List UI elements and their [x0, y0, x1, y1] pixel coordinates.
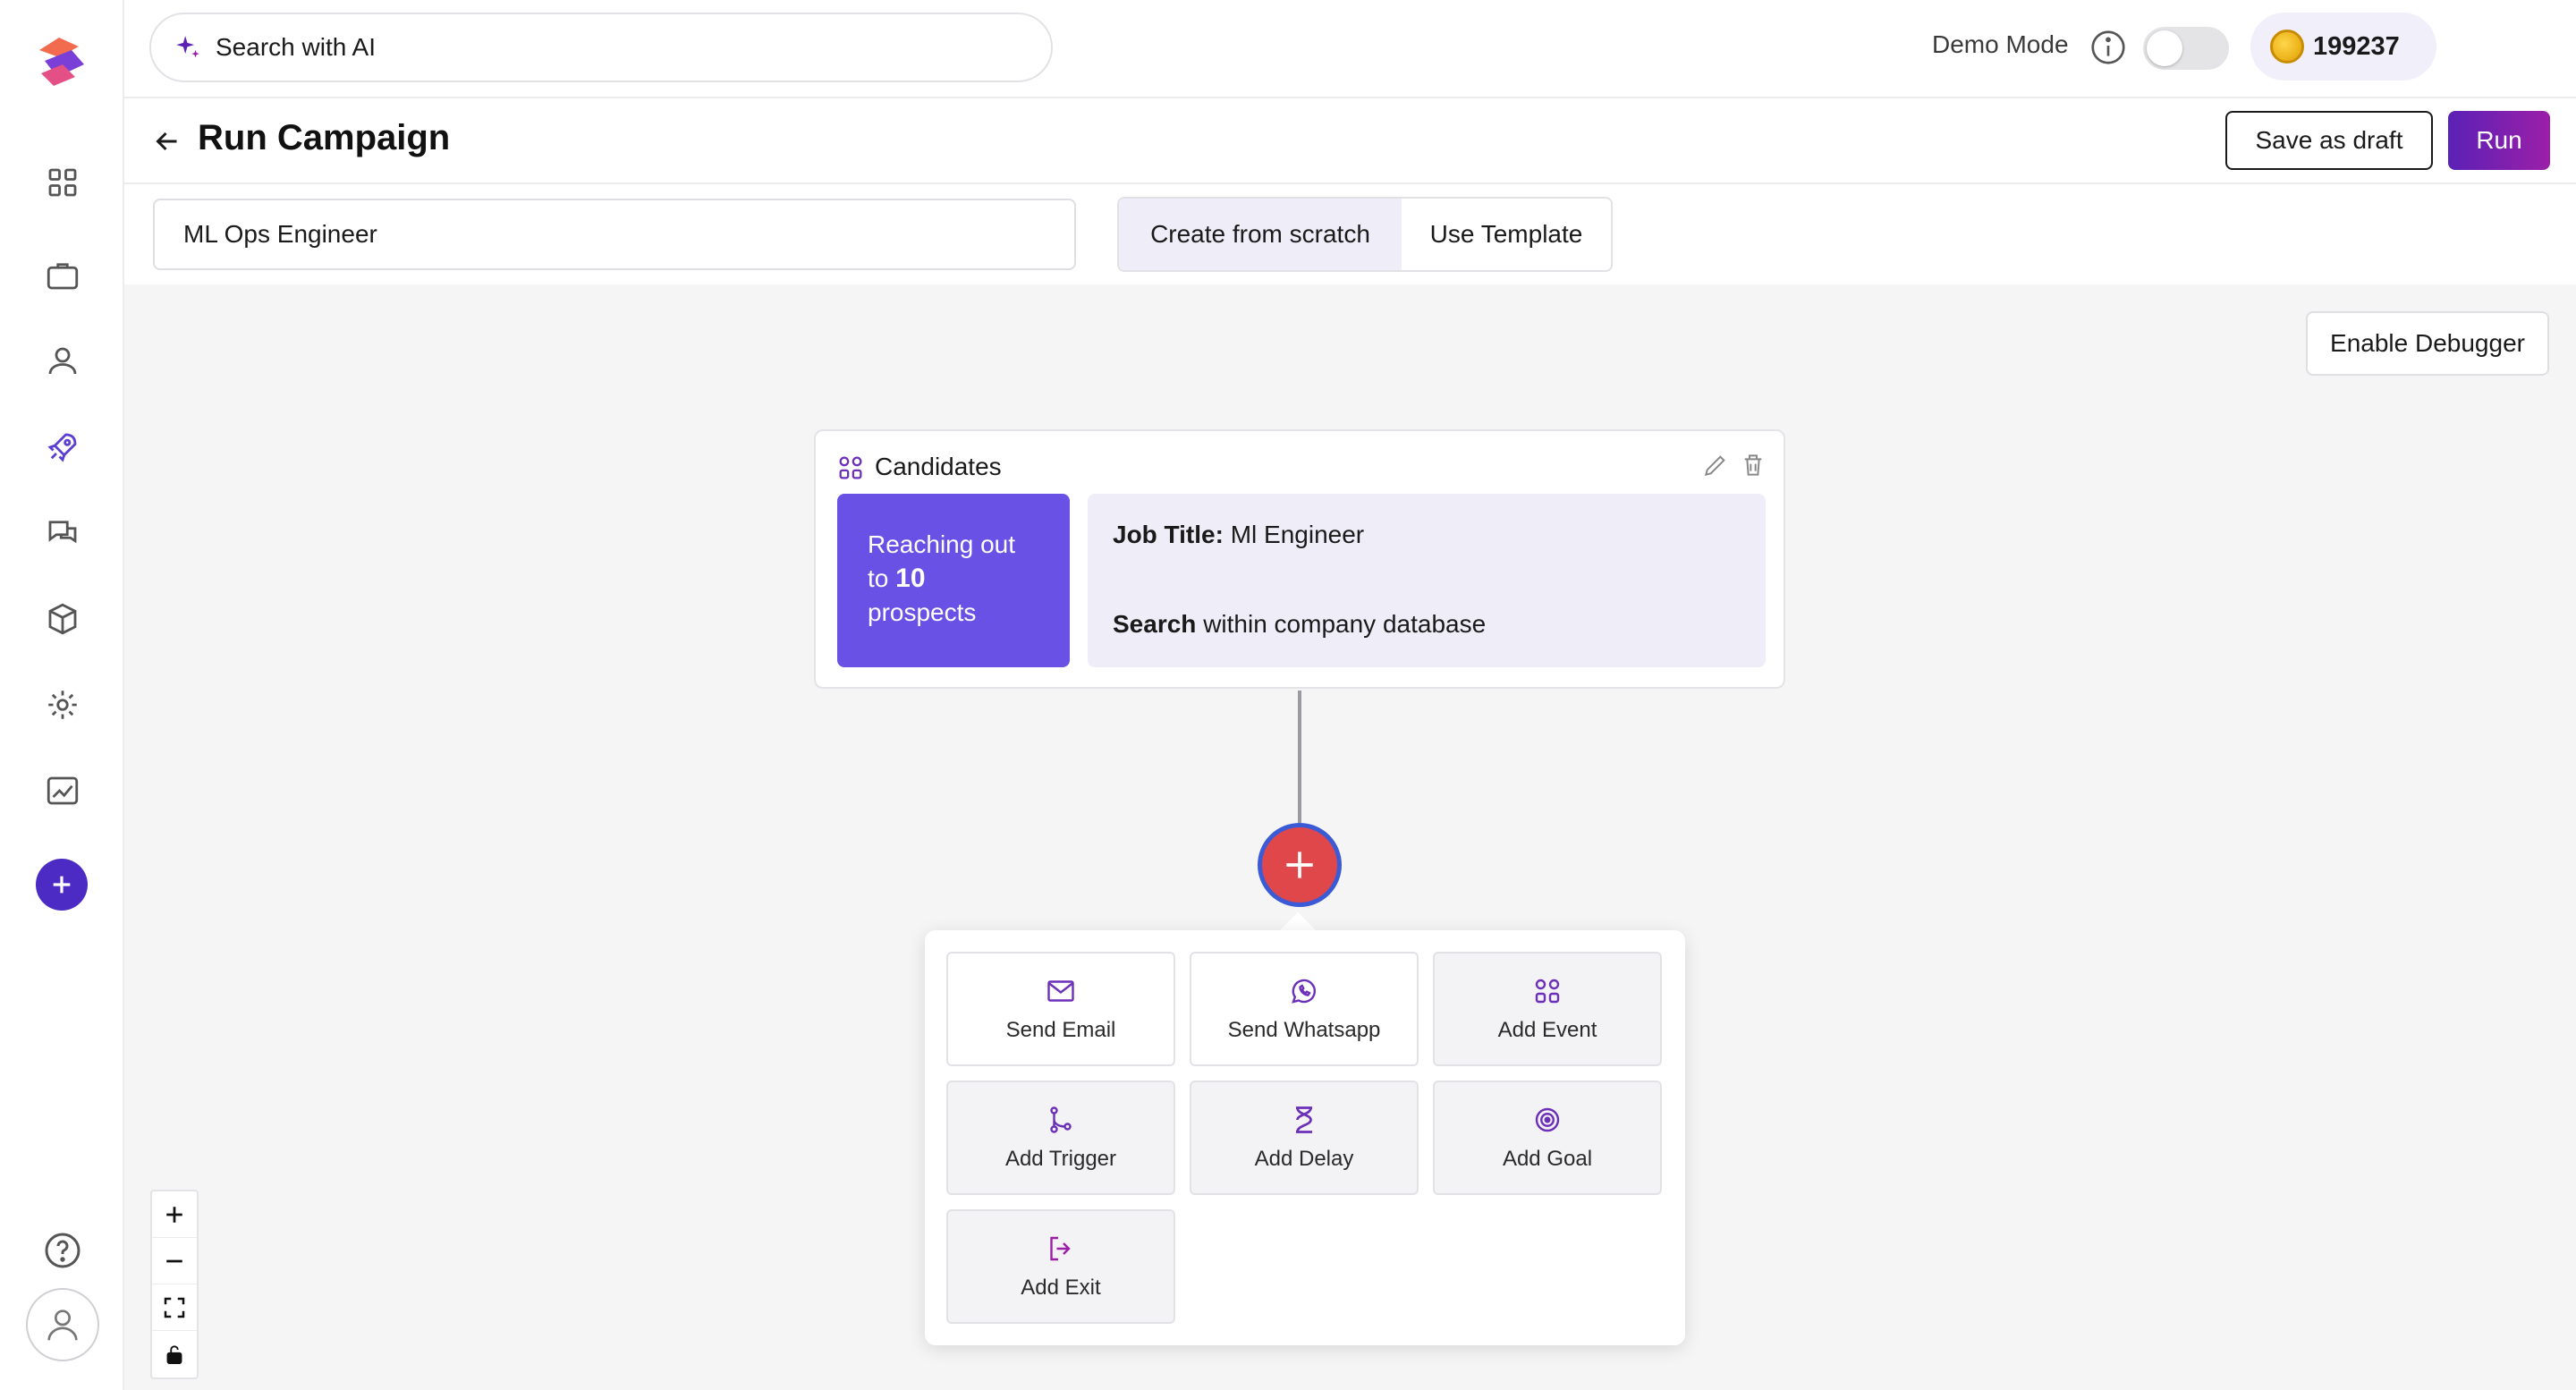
campaign-name-input[interactable]	[153, 199, 1076, 270]
add-step-button[interactable]	[1258, 823, 1342, 907]
coin-icon	[2270, 30, 2304, 64]
add-delay-option[interactable]: Add Delay	[1190, 1081, 1419, 1195]
action-label: Add Delay	[1254, 1147, 1354, 1171]
search-label: Search	[1113, 610, 1197, 638]
app-logo[interactable]	[32, 34, 91, 89]
gear-icon[interactable]	[39, 682, 86, 728]
add-exit-option[interactable]: Add Exit	[946, 1209, 1175, 1324]
add-new-button[interactable]	[36, 859, 88, 911]
zoom-out-button[interactable]	[152, 1238, 197, 1284]
sidebar	[0, 0, 124, 1390]
run-button[interactable]: Run	[2448, 111, 2550, 170]
help-icon[interactable]	[41, 1229, 84, 1272]
job-title-value: Ml Engineer	[1230, 521, 1365, 548]
chart-icon[interactable]	[39, 767, 86, 814]
whatsapp-icon	[1292, 979, 1317, 1004]
target-icon	[1535, 1107, 1560, 1132]
tab-create-from-scratch[interactable]: Create from scratch	[1119, 199, 1402, 270]
pencil-icon[interactable]	[1701, 451, 1730, 479]
toggle-knob	[2147, 30, 2182, 66]
dashboard-icon[interactable]	[39, 159, 86, 206]
send-whatsapp-option[interactable]: Send Whatsapp	[1190, 952, 1419, 1066]
reach-suffix: prospects	[868, 598, 977, 626]
job-title-label: Job Title:	[1113, 521, 1224, 548]
info-icon[interactable]	[2088, 27, 2129, 68]
node-connector	[1298, 691, 1301, 823]
action-label: Add Trigger	[1004, 1147, 1117, 1171]
trash-icon[interactable]	[1739, 451, 1767, 479]
action-label: Add Goal	[1502, 1147, 1593, 1171]
zoom-in-button[interactable]	[152, 1191, 197, 1238]
action-label: Add Exit	[1021, 1276, 1101, 1300]
search-row: Search within company database	[1113, 610, 1486, 639]
reach-count: 10	[895, 564, 926, 593]
branch-icon	[1050, 1106, 1072, 1133]
job-title-row: Job Title: Ml Engineer	[1113, 521, 1741, 549]
rocket-icon[interactable]	[39, 424, 86, 470]
demo-mode-toggle[interactable]	[2143, 27, 2229, 70]
fit-view-button[interactable]	[152, 1284, 197, 1331]
profile-avatar[interactable]	[26, 1288, 99, 1361]
plus-icon	[166, 1206, 182, 1223]
grid-people-icon	[839, 456, 862, 479]
save-draft-button[interactable]: Save as draft	[2225, 111, 2433, 170]
search-value: within company database	[1203, 610, 1487, 638]
fit-view-icon	[164, 1297, 185, 1318]
node-title: Candidates	[875, 453, 1002, 480]
candidates-node[interactable]: Candidates Reaching out to 10 prospects …	[814, 429, 1785, 689]
add-goal-option[interactable]: Add Goal	[1433, 1081, 1662, 1195]
cube-icon[interactable]	[39, 596, 86, 642]
add-event-option[interactable]: Add Event	[1433, 952, 1662, 1066]
briefcase-icon[interactable]	[39, 252, 86, 299]
action-label: Add Event	[1497, 1018, 1597, 1042]
ai-search-bar[interactable]: Search with AI	[149, 13, 1053, 82]
mail-icon	[1047, 980, 1074, 1002]
lock-button[interactable]	[152, 1331, 197, 1377]
ai-search-placeholder: Search with AI	[216, 33, 376, 61]
tab-use-template[interactable]: Use Template	[1402, 199, 1611, 270]
enable-debugger-button[interactable]: Enable Debugger	[2306, 311, 2549, 376]
lock-icon	[166, 1345, 182, 1364]
node-criteria: Job Title: Ml Engineer Search within com…	[1088, 494, 1766, 667]
action-label: Send Whatsapp	[1227, 1018, 1381, 1042]
reach-summary: Reaching out to 10 prospects	[837, 494, 1070, 667]
add-step-menu: Send Email Send Whatsapp Add Event Add T…	[925, 930, 1685, 1345]
person-icon[interactable]	[39, 338, 86, 385]
add-trigger-option[interactable]: Add Trigger	[946, 1081, 1175, 1195]
reach-prefix: Reaching out to	[868, 530, 1016, 592]
exit-icon	[1050, 1236, 1071, 1261]
page-header: Run Campaign Save as draft Run	[124, 98, 2576, 184]
credits-badge[interactable]: 199237	[2250, 13, 2436, 81]
zoom-controls	[150, 1190, 199, 1379]
credits-value: 199237	[2313, 31, 2400, 61]
chat-icon[interactable]	[39, 510, 86, 556]
hourglass-icon	[1296, 1106, 1312, 1133]
page-title: Run Campaign	[198, 118, 451, 157]
sparkle-icon	[176, 36, 199, 58]
grid-people-icon	[1535, 979, 1560, 1004]
mode-switch: Create from scratch Use Template	[1117, 197, 1613, 272]
demo-mode-label: Demo Mode	[1932, 30, 2069, 58]
send-email-option[interactable]: Send Email	[946, 952, 1175, 1066]
back-arrow-icon[interactable]	[151, 125, 183, 157]
minus-icon	[166, 1259, 182, 1262]
action-label: Send Email	[1005, 1018, 1116, 1042]
